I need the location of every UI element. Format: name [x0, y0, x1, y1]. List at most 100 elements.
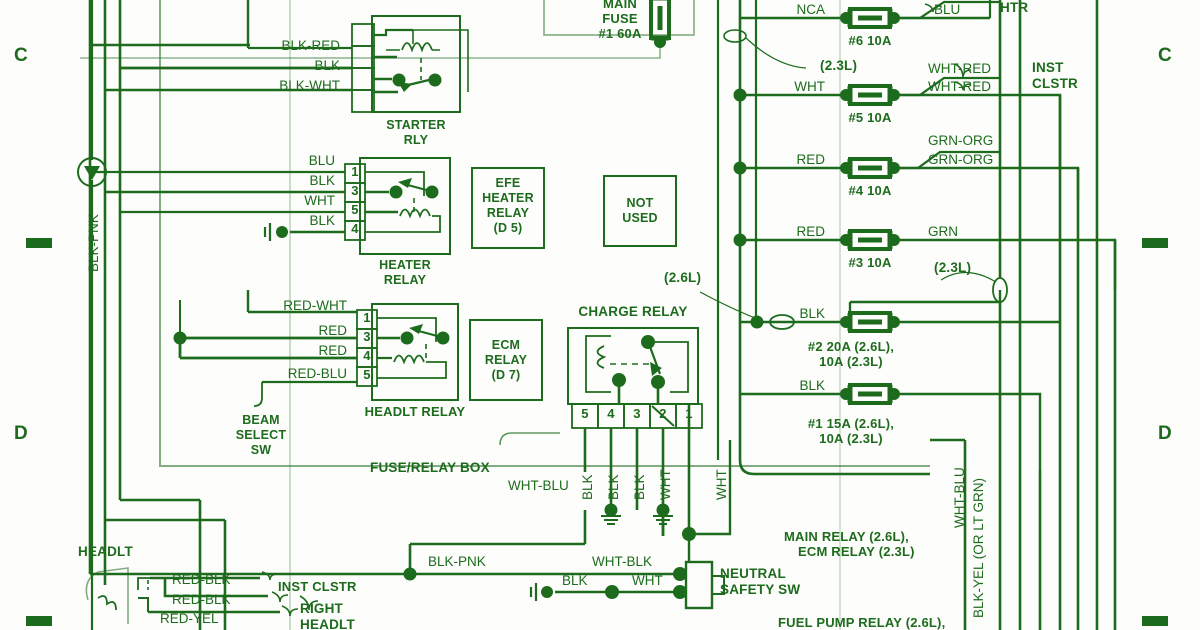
wire-label-wht-blu-vertical: WHT-BLU [952, 467, 967, 528]
efe-box-line1: EFE [495, 176, 521, 190]
fuse3-id: #3 10A [848, 255, 892, 270]
main-relay-label-line1: MAIN RELAY (2.6L), [784, 529, 909, 544]
heater-relay-label-line2: RELAY [383, 273, 427, 287]
ecm-box-line1: ECM [491, 338, 521, 352]
wire-label-wht-vertical: WHT [714, 469, 729, 500]
charge-relay-title: CHARGE RELAY [578, 304, 688, 319]
fuse3-out-label: GRN [928, 224, 958, 239]
starter-relay-label-line2: RLY [403, 133, 429, 147]
neutral-safety-sw-line2: SAFETY SW [720, 582, 801, 597]
headlt-relay-pin-4: 4 [363, 348, 371, 363]
wire-label-wht-bottom: WHT [632, 573, 663, 588]
fuse-relay-box-label: FUSE/RELAY BOX [370, 460, 490, 475]
wire-label-blk-2: BLK [309, 173, 335, 188]
fuse2-in-label: BLK [799, 306, 825, 321]
fuse3-in-label: RED [796, 224, 825, 239]
charge-relay-pin-1: 1 [685, 406, 693, 421]
fuse5-id: #5 10A [848, 110, 892, 125]
fuse5-dest-line1: INST [1032, 60, 1064, 75]
wire-label-red-wht: RED-WHT [283, 298, 347, 313]
annotation-2-3l-a: (2.3L) [820, 58, 858, 73]
beam-select-sw-line1: BEAM [242, 413, 280, 427]
wire-label-blk-pnk-vertical: BLK-PNK [86, 214, 101, 272]
right-headlt-line1: RIGHT [300, 601, 343, 616]
wire-label-blk: BLK [314, 58, 340, 73]
wire-label-red-2: RED [318, 343, 347, 358]
heater-relay-pin-4: 4 [351, 221, 359, 236]
fuse6-out-label: BLU [934, 2, 961, 17]
ecm-box-line3: (D 7) [491, 368, 521, 382]
fuse4-id: #4 10A [848, 183, 892, 198]
charge-relay-pin-2: 2 [659, 406, 667, 421]
main-fuse-line3: #1 60A [598, 26, 642, 41]
fuse4-out-label: GRN-ORG [928, 133, 994, 148]
fuse6-in-label: NCA [796, 2, 825, 17]
fuse1-id2: 10A (2.3L) [819, 431, 883, 446]
grid-marker-c-right: C [1158, 45, 1172, 66]
efe-box-line2: HEATER [482, 191, 534, 205]
wire-label-blk-pin3: BLK [632, 474, 647, 500]
charge-relay-pin-3: 3 [633, 406, 641, 421]
fuse2-id2: 10A (2.3L) [819, 354, 883, 369]
not-used-box-line2: USED [622, 211, 658, 225]
annotation-2-6l: (2.6L) [664, 270, 702, 285]
main-relay-label-line2: ECM RELAY (2.3L) [798, 544, 915, 559]
ecm-box-line2: RELAY [484, 353, 528, 367]
grid-marker-c-left: C [14, 45, 28, 66]
wire-label-blk-wht: BLK-WHT [279, 78, 340, 93]
main-fuse-line1: MAIN [602, 0, 638, 11]
fuse4-in-label: RED [796, 152, 825, 167]
wire-label-blk-pin5: BLK [580, 474, 595, 500]
annotation-2-3l-b: (2.3L) [934, 260, 972, 275]
neutral-safety-sw-line1: NEUTRAL [720, 566, 786, 581]
headlt-relay-pin-1: 1 [363, 310, 371, 325]
wire-label-red-blk-1: RED-BLK [172, 572, 231, 587]
beam-select-sw-line2: SELECT [235, 428, 287, 442]
heater-relay-pin-3: 3 [351, 183, 359, 198]
wire-label-red-yel: RED-YEL [160, 611, 219, 626]
efe-box-line4: (D 5) [493, 221, 523, 235]
heater-relay-pin-1: 1 [351, 164, 359, 179]
inst-clstr-bottom-label: INST CLSTR [278, 579, 357, 594]
beam-select-sw-line3: SW [250, 443, 272, 457]
wiring-diagram-page: C C D D BLK-RED BLK BLK-WHT STARTER RLY … [0, 0, 1200, 630]
wire-label-red-1: RED [318, 323, 347, 338]
wire-label-blk-3: BLK [309, 213, 335, 228]
fuse6-id: #6 10A [848, 33, 892, 48]
wire-label-blk-red: BLK-RED [281, 38, 340, 53]
fuse6-dest-htr: HTR [1000, 0, 1029, 15]
heater-relay-pin-5: 5 [351, 202, 359, 217]
wire-label-blk-pnk-bottom: BLK-PNK [428, 554, 486, 569]
fuse5-in-label: WHT [794, 79, 825, 94]
heater-relay-label-line1: HEATER [379, 258, 431, 272]
wire-label-blk-pin4: BLK [606, 474, 621, 500]
headlt-relay-pin-3: 3 [363, 329, 371, 344]
fuse4-out2-label: GRN-ORG [928, 152, 994, 167]
wire-label-wht-blk-bottom: WHT-BLK [592, 554, 653, 569]
wire-label-wht-blu: WHT-BLU [508, 478, 569, 493]
fuse1-id: #1 15A (2.6L), [807, 416, 895, 431]
right-headlt-line2: HEADLT [300, 617, 355, 630]
fuse5-out-label: WHT-RED [928, 61, 991, 76]
main-fuse-line2: FUSE [602, 11, 638, 26]
headlt-relay-pin-5: 5 [363, 367, 371, 382]
wire-label-blk-yel-vertical: BLK-YEL (OR LT GRN) [971, 477, 986, 618]
fuse5-dest-line2: CLSTR [1032, 76, 1078, 91]
fuel-pump-relay-label: FUEL PUMP RELAY (2.6L), [778, 615, 946, 630]
wire-label-red-blu: RED-BLU [287, 366, 347, 381]
wire-label-wht-pin2: WHT [658, 469, 673, 500]
charge-relay-pin-5: 5 [581, 406, 589, 421]
headlt-label: HEADLT [78, 544, 133, 559]
headlt-relay-label: HEADLT RELAY [364, 404, 466, 419]
not-used-box-line1: NOT [626, 196, 654, 210]
wire-label-red-blk-2: RED-BLK [172, 592, 231, 607]
wire-label-wht: WHT [304, 193, 335, 208]
fuse2-id: #2 20A (2.6L), [807, 339, 895, 354]
wire-label-blk-bottom: BLK [562, 573, 588, 588]
starter-relay-label-line1: STARTER [386, 118, 446, 132]
grid-marker-d-left: D [14, 423, 28, 444]
wire-label-blu: BLU [308, 153, 335, 168]
efe-box-line3: RELAY [486, 206, 530, 220]
fuse1-in-label: BLK [799, 378, 825, 393]
charge-relay-pin-4: 4 [607, 406, 615, 421]
